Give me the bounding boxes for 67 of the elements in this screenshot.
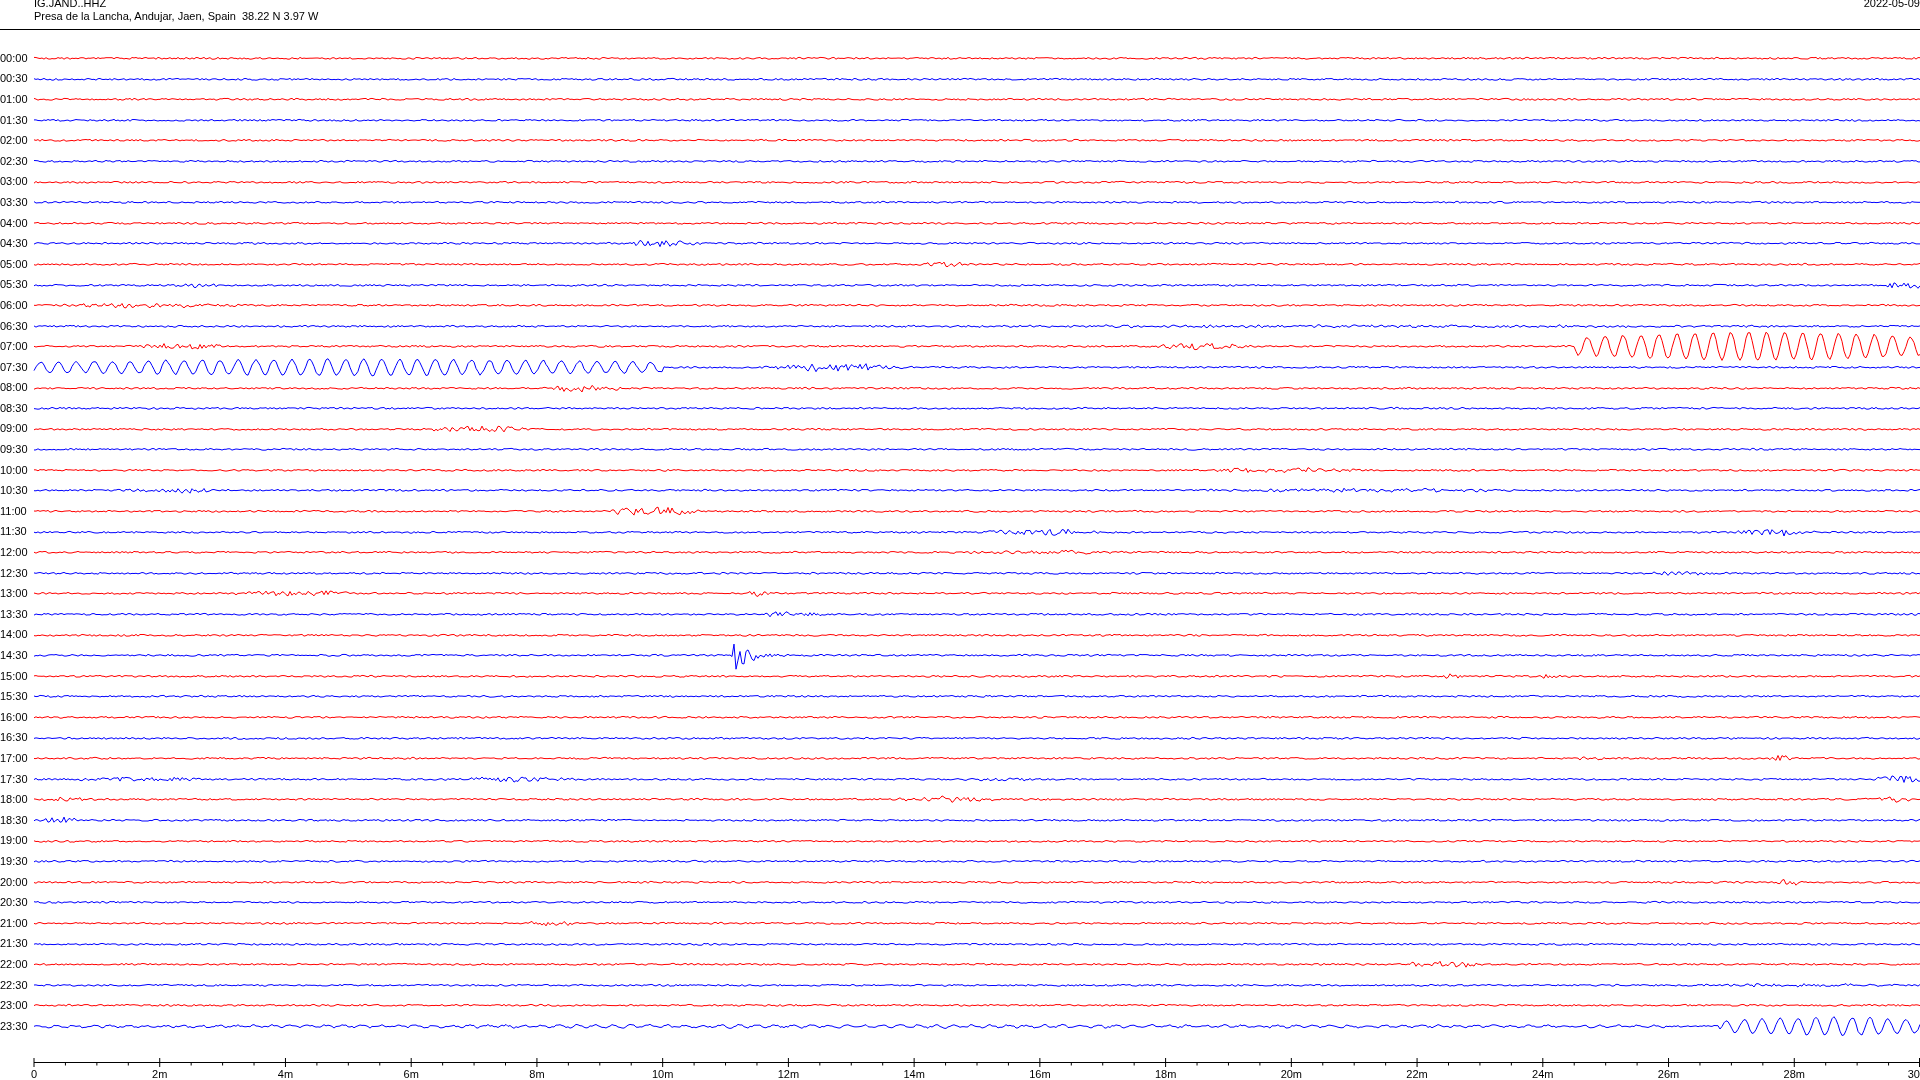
axis-label: 28m [1783, 1068, 1805, 1080]
time-label: 16:30 [0, 732, 29, 744]
station-location: Presa de la Lancha, Andujar, Jaen, Spain 38.22 N 3.97 W [34, 10, 319, 23]
time-label: 13:00 [0, 588, 29, 600]
time-label: 15:30 [0, 691, 29, 703]
axis-label: 6m [403, 1068, 419, 1080]
time-label: 01:30 [0, 114, 29, 126]
time-label: 09:00 [0, 423, 29, 435]
time-label: 14:00 [0, 629, 29, 641]
axis-label: 8m [529, 1068, 545, 1080]
time-label: 11:30 [0, 526, 28, 538]
time-label: 00:00 [0, 52, 29, 64]
time-label: 02:30 [0, 155, 29, 167]
time-label: 19:00 [0, 835, 29, 847]
time-label: 00:30 [0, 73, 29, 85]
time-label: 14:30 [0, 650, 29, 661]
axis-label: 4m [277, 1068, 294, 1080]
time-label: 17:00 [0, 753, 29, 764]
time-label: 23:30 [0, 1020, 29, 1032]
time-label: 19:30 [0, 855, 29, 867]
axis-label: 14m [903, 1068, 925, 1080]
time-label: 12:30 [0, 567, 29, 579]
time-label: 16:00 [0, 711, 29, 723]
axis-label: 0 [30, 1068, 38, 1080]
time-label: 03:30 [0, 196, 29, 208]
axis-label: 12m [777, 1068, 800, 1080]
time-label: 06:00 [0, 299, 29, 311]
time-label: 20:30 [0, 897, 29, 909]
time-label: 07:00 [0, 341, 29, 353]
time-label: 12:00 [0, 547, 29, 559]
axis-label: 20m [1280, 1068, 1303, 1080]
time-label: 21:00 [0, 917, 29, 929]
time-label: 23:00 [0, 1000, 29, 1012]
time-label: 08:00 [0, 382, 29, 394]
time-label: 21:30 [0, 938, 29, 950]
time-label: 22:30 [0, 979, 29, 991]
axis-label: 30 [1907, 1068, 1920, 1080]
axis-label: 26m [1657, 1068, 1680, 1080]
time-label: 09:30 [0, 444, 29, 456]
axis-label: 2m [152, 1068, 168, 1080]
time-label: 18:30 [0, 814, 29, 826]
time-label: 15:00 [0, 670, 29, 682]
axis-label: 24m [1532, 1068, 1554, 1080]
axis-label: 22m [1406, 1068, 1428, 1080]
time-label: 17:30 [0, 773, 29, 785]
axis-label: 16m [1029, 1068, 1051, 1080]
channel-code: IG.JAND..HHZ [34, 0, 108, 10]
time-label: 02:00 [0, 135, 29, 147]
time-label: 22:00 [0, 958, 29, 970]
time-label: 05:30 [0, 279, 29, 291]
axis-label: 10m [651, 1068, 674, 1080]
time-label: 04:30 [0, 238, 29, 250]
time-label: 03:00 [0, 176, 29, 188]
time-label: 18:00 [0, 794, 29, 806]
time-label: 06:30 [0, 320, 29, 332]
time-label: 05:00 [0, 258, 29, 270]
time-label: 04:00 [0, 217, 29, 229]
axis-label: 18m [1154, 1068, 1177, 1080]
time-label: 07:30 [0, 361, 29, 373]
time-label: 10:00 [0, 464, 29, 476]
time-label: 01:00 [0, 94, 29, 105]
time-label: 11:00 [0, 505, 28, 517]
date-label: 2022-05-09 [1863, 0, 1920, 11]
time-label: 20:00 [0, 876, 29, 888]
time-label: 10:30 [0, 485, 29, 497]
time-label: 13:30 [0, 608, 29, 620]
time-label: 08:30 [0, 402, 29, 414]
